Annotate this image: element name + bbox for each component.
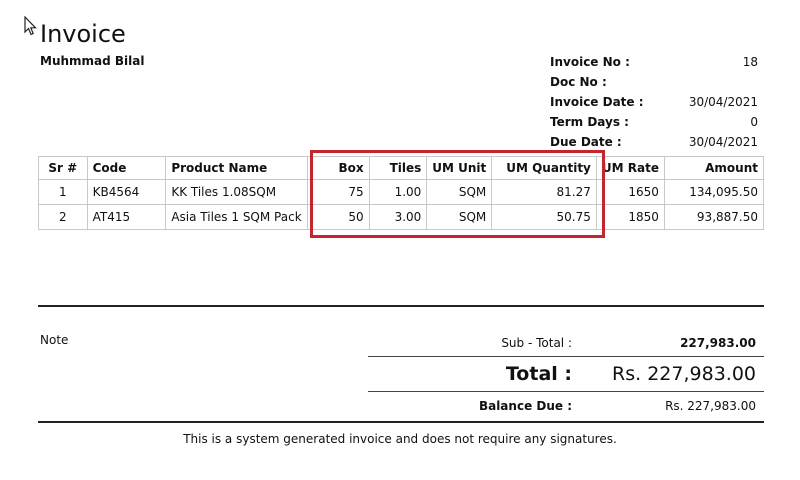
cell-tiles: 3.00	[368, 204, 428, 230]
footer-note: This is a system generated invoice and d…	[183, 432, 617, 446]
meta-term-days: Term Days : 0	[550, 115, 758, 129]
col-amount: Amount	[663, 156, 765, 180]
totals-block: Sub - Total : 227,983.00 Total : Rs. 227…	[368, 330, 764, 420]
table-row: 2 AT415 Asia Tiles 1 SQM Pack 50 3.00 SQ…	[38, 204, 765, 230]
col-tiles: Tiles	[368, 156, 428, 180]
section-divider-top	[38, 305, 764, 307]
cell-um-unit: SQM	[426, 179, 493, 205]
invoice-meta: Invoice No : 18 Doc No : Invoice Date : …	[550, 54, 758, 154]
cell-um-rate: 1850	[595, 204, 665, 230]
cell-sr: 1	[38, 179, 88, 205]
cell-tiles: 1.00	[368, 179, 428, 205]
total-label: Total :	[505, 363, 572, 385]
cell-code: AT415	[86, 204, 167, 230]
balance-due-row: Balance Due : Rs. 227,983.00	[368, 392, 764, 420]
col-box: Box	[306, 156, 370, 180]
col-um-quantity: UM Quantity	[491, 156, 597, 180]
subtotal-value: 227,983.00	[680, 336, 756, 350]
cell-um-rate: 1650	[595, 179, 665, 205]
cell-product-name: Asia Tiles 1 SQM Pack	[165, 204, 308, 230]
total-value: Rs. 227,983.00	[612, 363, 756, 385]
meta-due-date: Due Date : 30/04/2021	[550, 135, 758, 149]
items-table: Sr # Code Product Name Box Tiles UM Unit…	[38, 156, 765, 230]
balance-due-value: Rs. 227,983.00	[665, 399, 756, 413]
cell-amount: 134,095.50	[663, 179, 765, 205]
cell-um-quantity: 50.75	[491, 204, 597, 230]
invoice-title: Invoice	[40, 20, 126, 48]
col-code: Code	[86, 156, 167, 180]
cell-amount: 93,887.50	[663, 204, 765, 230]
section-divider-bottom	[38, 421, 764, 423]
col-sr: Sr #	[38, 156, 88, 180]
col-um-unit: UM Unit	[426, 156, 493, 180]
total-row: Total : Rs. 227,983.00	[368, 357, 764, 392]
col-product-name: Product Name	[165, 156, 308, 180]
cell-sr: 2	[38, 204, 88, 230]
cell-code: KB4564	[86, 179, 167, 205]
cell-box: 50	[306, 204, 370, 230]
cell-um-unit: SQM	[426, 204, 493, 230]
meta-doc-no: Doc No :	[550, 75, 607, 89]
cell-um-quantity: 81.27	[491, 179, 597, 205]
subtotal-row: Sub - Total : 227,983.00	[368, 330, 764, 357]
table-header-row: Sr # Code Product Name Box Tiles UM Unit…	[38, 156, 765, 180]
col-um-rate: UM Rate	[595, 156, 665, 180]
meta-invoice-date: Invoice Date : 30/04/2021	[550, 95, 758, 109]
company-name: Muhmmad Bilal	[40, 54, 145, 68]
table-row: 1 KB4564 KK Tiles 1.08SQM 75 1.00 SQM 81…	[38, 179, 765, 205]
note-label: Note	[40, 333, 69, 347]
balance-due-label: Balance Due :	[478, 399, 572, 413]
meta-invoice-no: Invoice No : 18	[550, 55, 758, 69]
mouse-pointer-icon	[24, 16, 37, 36]
cell-box: 75	[306, 179, 370, 205]
cell-product-name: KK Tiles 1.08SQM	[165, 179, 308, 205]
subtotal-label: Sub - Total :	[501, 336, 572, 350]
